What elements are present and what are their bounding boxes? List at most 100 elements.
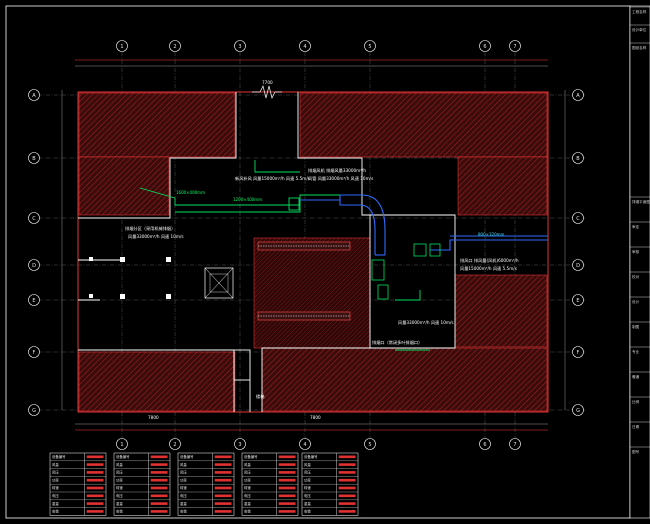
hatched-zone-left-mid bbox=[78, 156, 170, 216]
table-cell: 安装 bbox=[304, 509, 311, 514]
table-value-mark bbox=[86, 478, 104, 482]
table-value-mark bbox=[150, 463, 168, 466]
equipment-table: 设备编号风量风压功率转速电压重量安装 bbox=[241, 452, 299, 516]
equipment-table: 设备编号风量风压功率转速电压重量安装 bbox=[177, 452, 235, 516]
grid-bubble-label: 5 bbox=[368, 44, 371, 50]
dim-left: 7800 bbox=[148, 415, 159, 420]
grid-bubble-label: C bbox=[576, 216, 580, 222]
table-cell: 电压 bbox=[116, 493, 123, 498]
right-note-1: 排风口 排风量(风机)6000m³/h bbox=[460, 257, 519, 264]
titleblock-field: 日期 bbox=[632, 424, 640, 429]
table-cell: 设备编号 bbox=[52, 454, 66, 459]
titleblock-field: 图纸名称 bbox=[632, 45, 647, 50]
grid-bubble-label: 3 bbox=[238, 44, 241, 50]
table-cell: 重量 bbox=[116, 501, 123, 506]
table-value-mark bbox=[150, 471, 168, 474]
table-cell: 功率 bbox=[304, 477, 311, 482]
table-value-mark bbox=[214, 502, 232, 505]
table-cell: 安装 bbox=[180, 509, 187, 514]
grid-bubble-label: G bbox=[32, 408, 36, 414]
table-value-mark bbox=[214, 463, 232, 466]
table-cell: 重量 bbox=[52, 501, 59, 506]
smoke-vent-lower bbox=[257, 311, 351, 321]
fan-units bbox=[371, 243, 441, 300]
duct-size-c: 800×320mm bbox=[478, 232, 505, 237]
grid-bubble-label: D bbox=[32, 263, 36, 269]
table-value-mark bbox=[278, 494, 296, 498]
table-cell: 设备编号 bbox=[244, 454, 258, 459]
table-value-mark bbox=[214, 486, 232, 490]
grid-bubble-label: A bbox=[576, 93, 580, 99]
table-cell: 电压 bbox=[304, 493, 311, 498]
table-value-mark bbox=[86, 502, 104, 505]
table-value-mark bbox=[278, 455, 296, 459]
table-cell: 功率 bbox=[116, 477, 123, 482]
table-value-mark bbox=[338, 455, 356, 459]
grid-bubble-label: 5 bbox=[368, 442, 371, 448]
titleblock-field: 图号 bbox=[632, 449, 640, 454]
table-cell: 转速 bbox=[244, 485, 251, 490]
table-value-mark bbox=[150, 486, 168, 490]
table-value-mark bbox=[86, 455, 104, 459]
hatched-zone-top-right bbox=[299, 92, 548, 158]
table-cell: 转速 bbox=[52, 485, 59, 490]
grid-bubble-label: F bbox=[33, 350, 36, 356]
grid-bubble-label: 1 bbox=[120, 442, 123, 448]
table-value-mark bbox=[214, 455, 232, 459]
table-cell: 重量 bbox=[244, 501, 251, 506]
hatched-zone-right-upper bbox=[457, 156, 548, 216]
table-value-mark bbox=[86, 494, 104, 498]
grid-bubble-label: 6 bbox=[483, 442, 486, 448]
grid-bubble-label: G bbox=[576, 408, 580, 414]
structural-columns bbox=[89, 257, 171, 299]
table-value-mark bbox=[278, 478, 296, 482]
table-cell: 风压 bbox=[52, 471, 59, 475]
table-value-mark bbox=[338, 502, 356, 505]
hatched-zone-top-left bbox=[78, 92, 236, 158]
table-value-mark bbox=[150, 478, 168, 482]
table-value-mark bbox=[86, 510, 104, 513]
table-value-mark bbox=[214, 494, 232, 498]
table-cell: 电压 bbox=[180, 493, 187, 498]
shaft-block bbox=[204, 267, 234, 299]
equipment-table: 设备编号风量风压功率转速电压重量安装 bbox=[113, 452, 171, 516]
table-cell: 风量 bbox=[244, 462, 251, 467]
titleblock-field: 比例 bbox=[632, 399, 640, 404]
table-value-mark bbox=[338, 486, 356, 490]
table-value-mark bbox=[338, 510, 356, 513]
dim-right: 7800 bbox=[310, 415, 321, 420]
room-label-left: 排烟分区（采用机械排烟） bbox=[125, 225, 175, 232]
equipment-table: 设备编号风量风压功率转速电压重量安装 bbox=[301, 452, 359, 516]
grid-bubble-label: D bbox=[576, 263, 580, 269]
table-value-mark bbox=[338, 478, 356, 482]
duct-note-3: 风管 风量33000m³/h 风速 10m/s bbox=[308, 175, 373, 182]
smoke-vent-upper bbox=[257, 241, 351, 251]
hatched-zone-right-mid bbox=[454, 274, 548, 348]
table-cell: 转速 bbox=[180, 485, 187, 490]
table-cell: 风量 bbox=[180, 462, 187, 467]
table-value-mark bbox=[150, 502, 168, 505]
titleblock-field: 设计单位 bbox=[632, 27, 647, 32]
duct-note-2: 新风补风 风量15000m³/h 风速 5.5m/s bbox=[235, 175, 310, 182]
hatched-zone-bottom-right bbox=[261, 347, 548, 412]
grid-bubble-label: 7 bbox=[513, 44, 516, 50]
grid-bubble-label: 4 bbox=[303, 442, 306, 448]
grid-bubble-label: 7 bbox=[513, 442, 516, 448]
titleblock-field: 审定 bbox=[632, 224, 640, 229]
title-block: 工程名称设计单位图纸名称排烟平面图审定审核校对设计制图专业暖通比例日期图号 bbox=[629, 5, 650, 519]
table-value-mark bbox=[150, 510, 168, 513]
table-cell: 转速 bbox=[304, 485, 311, 490]
table-cell: 安装 bbox=[116, 509, 123, 514]
titleblock-field: 排烟平面图 bbox=[632, 199, 650, 204]
right-note-2: 风量15000m³/h 风速 5.5m/s bbox=[460, 265, 517, 272]
titleblock-field: 审核 bbox=[632, 249, 640, 254]
table-cell: 安装 bbox=[244, 509, 251, 514]
table-cell: 风量 bbox=[304, 462, 311, 467]
table-cell: 风量 bbox=[52, 462, 59, 467]
table-value-mark bbox=[86, 463, 104, 466]
duct-note-1: 排烟风机 排烟风量33000m³/h bbox=[308, 167, 366, 174]
grid-bubble-label: F bbox=[577, 350, 580, 356]
titleblock-field: 工程名称 bbox=[632, 9, 647, 14]
equipment-table: 设备编号风量风压功率转速电压重量安装 bbox=[49, 452, 107, 516]
room-label-left-sub: 风量33000m³/h 风速 10m/s bbox=[128, 233, 184, 240]
